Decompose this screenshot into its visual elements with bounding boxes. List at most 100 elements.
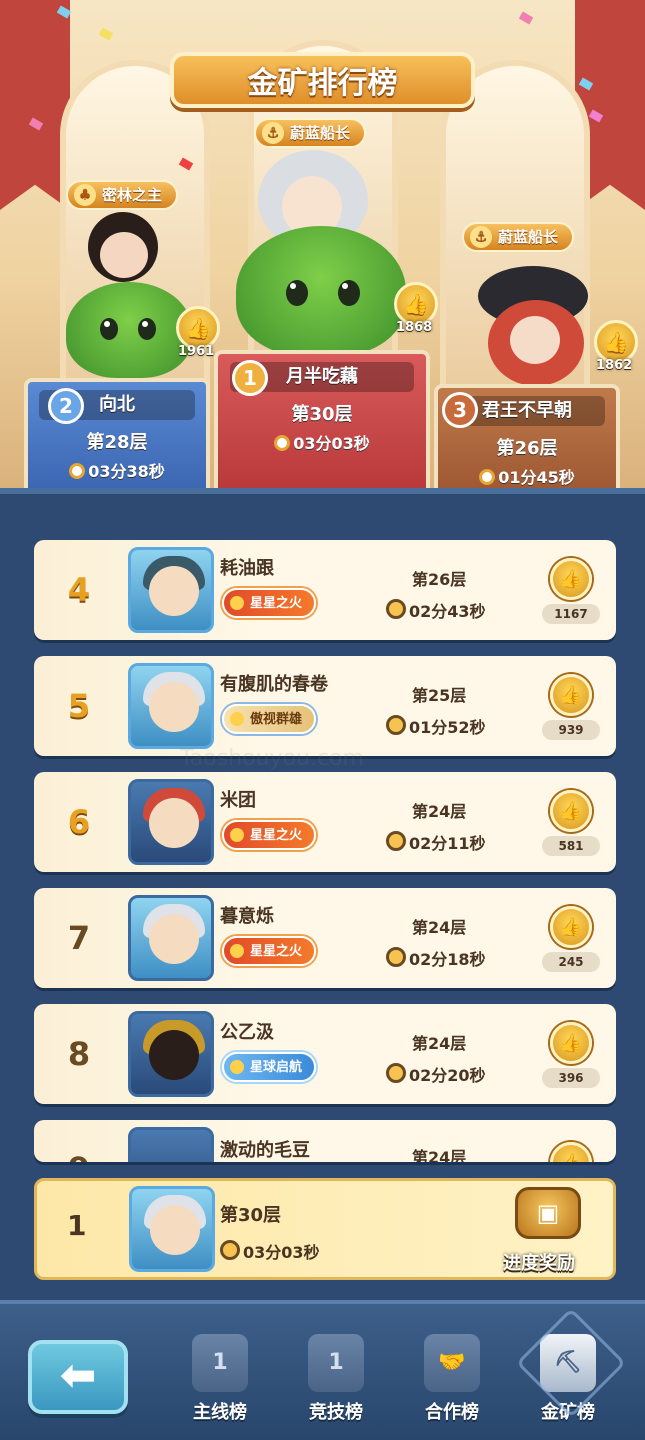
like-thumb-icon[interactable]: 👍 bbox=[550, 674, 592, 716]
podium-time: 01分45秒 bbox=[438, 464, 616, 488]
like-thumb-icon[interactable]: 👍 bbox=[550, 906, 592, 948]
clock-icon bbox=[479, 469, 496, 485]
table-row[interactable]: 6 米团 星星之火 第24层 02分11秒 👍 581 bbox=[34, 772, 616, 872]
anchor-icon: ⚓ bbox=[262, 122, 284, 144]
rank-number: 4 bbox=[67, 571, 91, 609]
page-title: 金矿排行榜 bbox=[170, 52, 475, 108]
podium-3[interactable]: 3 君王不早朝 第26层 01分45秒 bbox=[434, 384, 620, 500]
tab-arena[interactable]: 1 竞技榜 bbox=[286, 1322, 386, 1434]
like-count: 396 bbox=[542, 1068, 600, 1088]
tab-main-line[interactable]: 1 主线榜 bbox=[170, 1322, 270, 1434]
clock-icon bbox=[386, 831, 406, 851]
bottom-tab-bar: ⬅ 1 主线榜 1 竞技榜 🤝 合作榜 ⛏ 金矿榜 bbox=[0, 1300, 645, 1440]
like-thumb-icon[interactable]: 👍 bbox=[550, 1022, 592, 1064]
clock-icon bbox=[220, 1240, 240, 1260]
my-time: 03分03秒 bbox=[220, 1239, 320, 1263]
player-name: 耗油跟 bbox=[220, 558, 274, 579]
time-value: 02分18秒 bbox=[386, 946, 486, 970]
mine-cart-icon: ⛏ bbox=[540, 1334, 596, 1392]
like-thumb-icon[interactable]: 👍 bbox=[550, 558, 592, 600]
back-button[interactable]: ⬅ bbox=[28, 1340, 128, 1414]
tab-gold-mine[interactable]: ⛏ 金矿榜 bbox=[518, 1322, 618, 1434]
my-rank-row[interactable]: 1 第30层 03分03秒 ▣ 进度奖励 bbox=[34, 1178, 616, 1280]
podium-3-likes: 1862 bbox=[596, 358, 633, 373]
my-avatar[interactable] bbox=[129, 1186, 215, 1272]
title-badge: 傲视群雄 bbox=[222, 704, 317, 734]
podium-2-tag: ♣ 密林之主 bbox=[66, 180, 179, 210]
confetti bbox=[518, 11, 534, 25]
title-badge: 星星之火 bbox=[222, 936, 317, 966]
floor-value: 第24层 bbox=[412, 918, 467, 937]
table-row[interactable]: 8 公乙汲 星球启航 第24层 02分20秒 👍 396 bbox=[34, 1004, 616, 1104]
table-row[interactable]: 7 暮意烁 星星之火 第24层 02分18秒 👍 245 bbox=[34, 888, 616, 988]
player-avatar[interactable] bbox=[128, 779, 214, 865]
table-row[interactable]: 5 有腹肌的春卷 傲视群雄 第25层 01分52秒 👍 939 bbox=[34, 656, 616, 756]
floor-value: 第26层 bbox=[412, 570, 467, 589]
floor-value: 第25层 bbox=[412, 686, 467, 705]
star-icon bbox=[230, 944, 244, 958]
star-icon bbox=[230, 828, 244, 842]
like-count: 939 bbox=[542, 720, 600, 740]
tab-label: 金矿榜 bbox=[541, 1402, 595, 1423]
planet-icon bbox=[230, 1060, 244, 1074]
title-badge: 星星之火 bbox=[222, 820, 317, 850]
table-row[interactable]: 4 耗油跟 星星之火 第26层 02分43秒 👍 1167 bbox=[34, 540, 616, 640]
player-avatar[interactable] bbox=[128, 1011, 214, 1097]
like-thumb-icon[interactable]: 👍 bbox=[550, 790, 592, 832]
podium-icon: 1 bbox=[192, 1334, 248, 1392]
podium-1-likes: 1868 bbox=[396, 320, 433, 335]
podium-stage: 金矿排行榜 ♣ 密林之主 👍 1961 ⚓ 蔚蓝船长 👍 1868 ⚓ 蔚蓝船长… bbox=[0, 0, 645, 500]
floor-value: 第24层 bbox=[412, 802, 467, 821]
title-badge: 星球启航 bbox=[222, 1052, 317, 1082]
hero-face bbox=[510, 316, 560, 364]
player-avatar[interactable] bbox=[128, 1127, 214, 1162]
tab-coop[interactable]: 🤝 合作榜 bbox=[402, 1322, 502, 1434]
rank-number: 5 bbox=[67, 687, 91, 725]
bush-mount bbox=[66, 282, 192, 378]
like-count: 1167 bbox=[542, 604, 600, 624]
star-icon bbox=[230, 596, 244, 610]
player-name: 激动的毛豆 bbox=[220, 1140, 310, 1161]
time-value: 02分20秒 bbox=[386, 1062, 486, 1086]
confetti bbox=[98, 27, 114, 41]
anchor-icon: ⚓ bbox=[470, 226, 492, 248]
podium-1-tag: ⚓ 蔚蓝船长 bbox=[254, 118, 367, 148]
podium-2[interactable]: 2 向北 第28层 03分38秒 bbox=[24, 378, 210, 500]
clock-icon bbox=[69, 463, 86, 479]
my-rank-number: 1 bbox=[67, 1209, 87, 1242]
floor-value: 第24层 bbox=[412, 1034, 467, 1053]
player-avatar[interactable] bbox=[128, 895, 214, 981]
time-value: 02分43秒 bbox=[386, 598, 486, 622]
rank-number: 9 bbox=[34, 1120, 124, 1162]
progress-reward-button[interactable]: 进度奖励 bbox=[503, 1249, 575, 1275]
time-value: 02分11秒 bbox=[386, 830, 486, 854]
podium-3-tag: ⚓ 蔚蓝船长 bbox=[462, 222, 575, 252]
rank-medal-2: 2 bbox=[48, 388, 84, 424]
clock-icon bbox=[386, 599, 406, 619]
player-avatar[interactable] bbox=[128, 663, 214, 749]
like-count: 581 bbox=[542, 836, 600, 856]
table-row[interactable]: 9 激动的毛豆 第24层 👍 bbox=[34, 1120, 616, 1162]
rank-medal-1: 1 bbox=[232, 360, 268, 396]
floor-value: 第24层 bbox=[412, 1148, 467, 1162]
podium-1[interactable]: 1 月半吃藕 第30层 03分03秒 bbox=[214, 350, 430, 500]
rank-medal-3: 3 bbox=[442, 392, 478, 428]
player-name: 暮意烁 bbox=[220, 906, 274, 927]
handshake-icon: 🤝 bbox=[424, 1334, 480, 1392]
like-thumb-icon[interactable]: 👍 bbox=[550, 1142, 592, 1162]
trophy-icon: 1 bbox=[308, 1334, 364, 1392]
bush-mount bbox=[236, 226, 406, 356]
player-avatar[interactable] bbox=[128, 547, 214, 633]
podium-floor: 第30层 bbox=[291, 404, 353, 425]
clock-icon bbox=[386, 715, 406, 735]
tab-label: 竞技榜 bbox=[309, 1402, 363, 1423]
tab-label: 合作榜 bbox=[425, 1402, 479, 1423]
player-name: 公乙汲 bbox=[220, 1022, 274, 1043]
podium-time: 03分38秒 bbox=[28, 458, 206, 482]
like-count: 245 bbox=[542, 952, 600, 972]
clock-icon bbox=[386, 1063, 406, 1083]
treasure-chest-icon[interactable]: ▣ bbox=[515, 1187, 581, 1239]
crown-icon bbox=[230, 712, 244, 726]
clock-icon bbox=[386, 947, 406, 967]
rank-number: 8 bbox=[67, 1035, 91, 1073]
